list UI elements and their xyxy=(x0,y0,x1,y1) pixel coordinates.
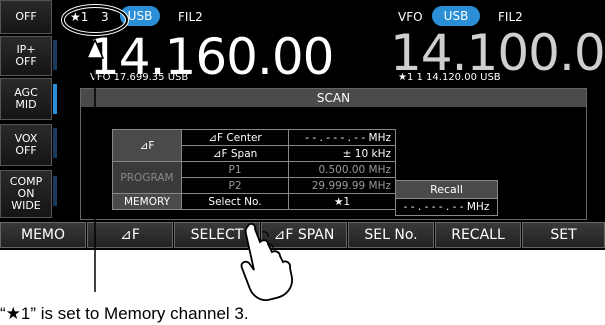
arrow-up-icon xyxy=(85,38,105,59)
hand-pointer-icon xyxy=(240,222,293,302)
annotation-overlay xyxy=(61,4,293,302)
caption-text: “★1” is set to Memory channel 3. xyxy=(0,304,249,323)
highlight-ellipse-outline xyxy=(62,5,128,35)
